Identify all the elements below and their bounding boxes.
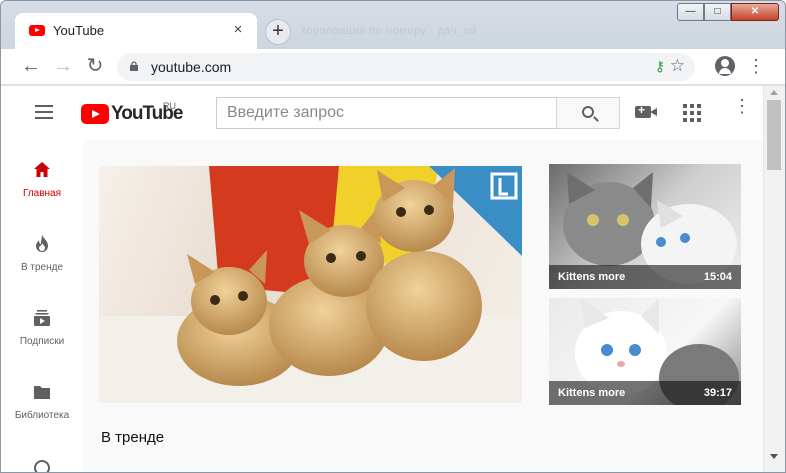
tab-youtube[interactable]: YouTube × [15,13,257,49]
guide-item-label: Библиотека [14,410,70,421]
video-duration: 39:17 [703,387,732,399]
history-icon [34,460,50,472]
forward-button[interactable]: → [51,55,75,79]
address-bar[interactable]: youtube.com ⚷ ☆ [117,53,695,81]
side-video-thumbnail[interactable]: Kittens more 15:04 [549,164,741,289]
browser-menu-icon[interactable]: ⋮ [747,55,765,77]
youtube-favicon-icon [29,25,45,36]
reload-button[interactable]: ↻ [83,55,107,79]
minimize-button[interactable]: — [677,3,704,21]
video-duration: 15:04 [703,271,732,283]
scroll-down-arrow-icon[interactable] [770,454,778,459]
side-video-thumbnail[interactable]: Kittens more 39:17 [549,298,741,405]
youtube-page: YouTube RU Введите запрос + ⋮ Главная В … [1,86,785,472]
lock-icon[interactable] [129,61,139,71]
guide-item-subscriptions[interactable]: Подписки [1,308,83,347]
kittens-photo [99,166,522,403]
search-icon [582,106,594,118]
search-button[interactable] [556,97,620,129]
tab-title: YouTube [53,23,105,38]
video-title[interactable]: Kittens more [558,271,625,283]
close-window-button[interactable]: ✕ [731,3,779,21]
scrollbar-thumb[interactable] [767,100,781,170]
guide-item-library[interactable]: Библиотека [1,382,83,421]
background-tab-ghost-text: корпорация по номеру · дач_ой [301,25,478,37]
page-scrollbar[interactable] [763,86,785,472]
home-icon [34,162,50,177]
guide-item-history-partial[interactable] [1,458,83,472]
tab-strip: YouTube × + корпорация по номеру · дач_о… [1,1,785,49]
apps-grid-icon[interactable] [683,104,701,122]
search-placeholder: Введите запрос [227,104,344,121]
maximize-button[interactable]: □ [704,3,731,21]
region-code: RU [163,101,176,111]
youtube-play-icon [81,104,109,124]
fire-icon [36,235,48,252]
guide-sidebar: Главная В тренде Подписки Библиотека [1,140,83,472]
guide-item-home[interactable]: Главная [1,160,83,199]
video-title[interactable]: Kittens more [558,387,625,399]
bookmark-star-icon[interactable]: ☆ [670,56,685,76]
youtube-header: YouTube RU Введите запрос + ⋮ [1,86,763,140]
subscriptions-icon [34,310,50,326]
search-input[interactable]: Введите запрос [216,97,557,129]
password-key-icon[interactable]: ⚷ [655,58,665,75]
trending-section-heading: В тренде [101,429,165,446]
back-button[interactable]: ← [19,55,43,79]
tab-close-icon[interactable]: × [229,21,247,38]
guide-item-trending[interactable]: В тренде [1,234,83,273]
guide-item-label: Главная [22,188,62,199]
url-text[interactable]: youtube.com [151,59,231,75]
folder-icon [34,386,50,399]
new-tab-button[interactable]: + [265,19,291,45]
guide-item-label: В тренде [20,262,64,273]
browser-toolbar: ← → ↻ youtube.com ⚷ ☆ ⋮ [1,49,785,85]
hamburger-menu-icon[interactable] [35,105,53,119]
youtube-logo[interactable]: YouTube RU [81,101,191,124]
create-video-icon[interactable]: + [635,103,657,118]
browser-window: YouTube × + корпорация по номеру · дач_о… [0,0,786,473]
more-options-icon[interactable]: ⋮ [733,97,751,115]
profile-avatar-icon[interactable] [715,56,735,76]
featured-video-thumbnail[interactable] [99,166,522,403]
scroll-up-arrow-icon[interactable] [770,90,778,95]
guide-item-label: Подписки [19,336,65,347]
